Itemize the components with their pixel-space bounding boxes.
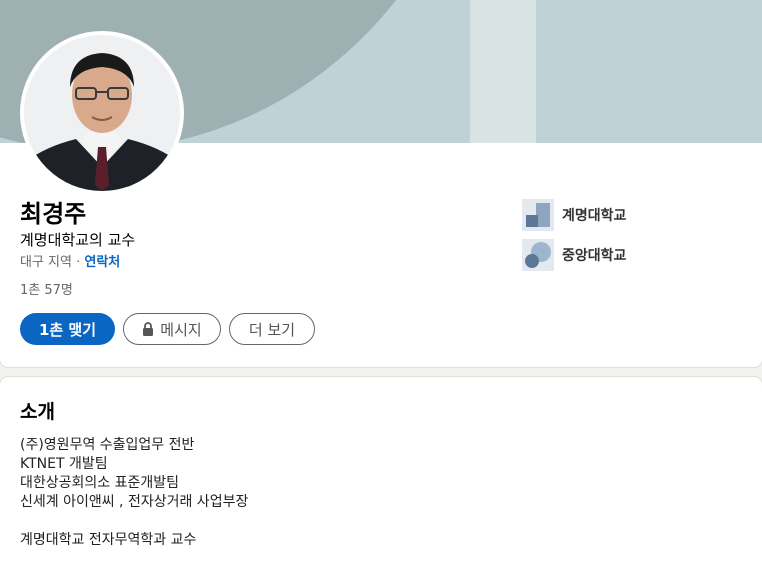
about-title: 소개 — [20, 401, 55, 423]
about-line — [20, 512, 248, 531]
profile-actions: 1촌 맺기 메시지 더 보기 — [20, 313, 315, 345]
contact-info-link[interactable]: 연락처 — [84, 255, 120, 270]
message-button[interactable]: 메시지 — [123, 313, 221, 345]
connect-button[interactable]: 1촌 맺기 — [20, 313, 115, 345]
profile-headline: 계명대학교의 교수 — [20, 231, 136, 249]
location-line: 대구 지역 · 연락처 — [20, 254, 120, 272]
lock-icon — [143, 322, 154, 336]
profile-name: 최경주 — [20, 200, 87, 228]
about-text: (주)영원무역 수출입업무 전반 KTNET 개발팀 대한상공회의소 표준개발팀… — [20, 436, 248, 550]
about-line: (주)영원무역 수출입업무 전반 — [20, 437, 195, 453]
cover-stripe-shape — [470, 0, 536, 143]
about-section: 소개 (주)영원무역 수출입업무 전반 KTNET 개발팀 대한상공회의소 표준… — [0, 377, 762, 577]
message-button-label: 메시지 — [160, 320, 202, 339]
separator: · — [71, 255, 85, 270]
school-logo-icon — [522, 239, 554, 271]
education-name: 계명대학교 — [562, 208, 627, 224]
about-line: 신세계 아이앤씨 , 전자상거래 사업부장 — [20, 494, 249, 510]
about-line: KTNET 개발팀 — [20, 456, 108, 472]
about-line: 계명대학교 전자무역학과 교수 — [20, 532, 197, 548]
connections-count: 1촌 57명 — [20, 283, 73, 298]
education-item-1[interactable]: 계명대학교 — [522, 199, 626, 231]
avatar-photo — [24, 35, 180, 191]
education-item-2[interactable]: 중앙대학교 — [522, 239, 626, 271]
school-logo-icon — [522, 199, 554, 231]
profile-location: 대구 지역 — [20, 255, 72, 270]
education-name: 중앙대학교 — [562, 248, 627, 264]
more-button[interactable]: 더 보기 — [229, 313, 315, 345]
profile-card: 최경주 계명대학교의 교수 대구 지역 · 연락처 1촌 57명 1촌 맺기 메… — [0, 0, 762, 367]
cover-right-shape — [536, 0, 762, 143]
about-line: 대한상공회의소 표준개발팀 — [20, 475, 180, 491]
avatar[interactable] — [20, 31, 184, 195]
